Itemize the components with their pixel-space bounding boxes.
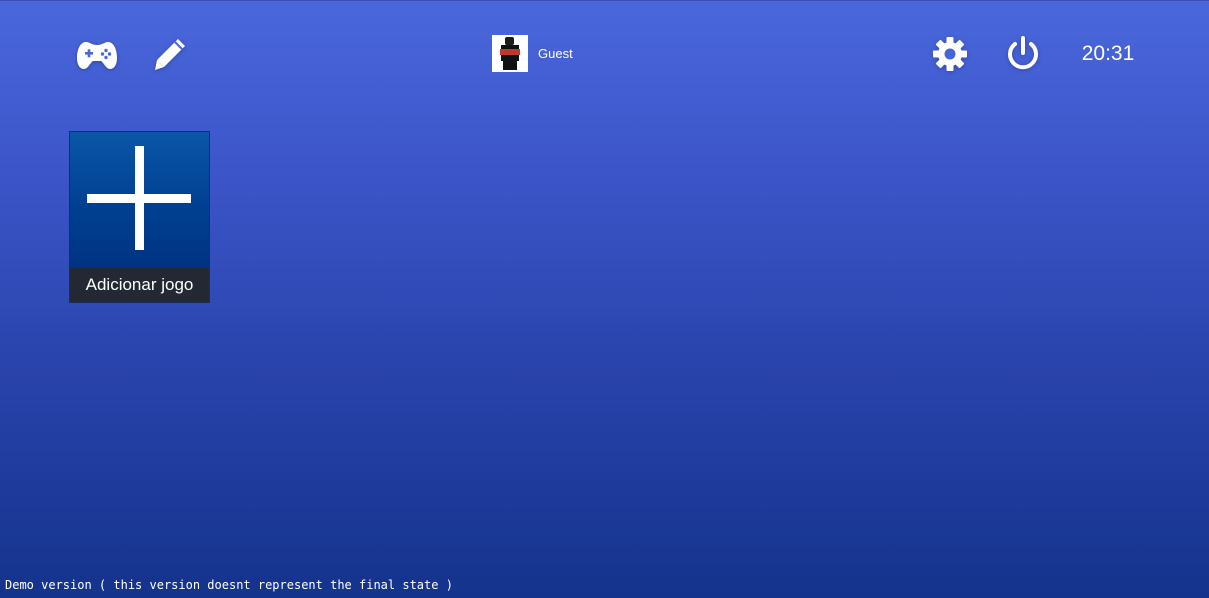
plus-icon-horizontal — [87, 194, 191, 203]
power-button[interactable] — [1003, 33, 1043, 75]
gamepad-icon — [77, 42, 117, 69]
pencil-icon — [155, 39, 185, 70]
settings-button[interactable] — [930, 34, 970, 74]
window-top-border — [0, 0, 1209, 1]
avatar — [492, 35, 528, 72]
demo-notice: Demo version ( this version doesnt repre… — [5, 578, 453, 592]
user-profile[interactable]: Guest — [492, 35, 573, 72]
gear-icon — [933, 37, 967, 71]
add-game-tile[interactable]: Adicionar jogo — [69, 131, 210, 303]
clock: 20:31 — [1081, 42, 1135, 65]
gamepad-button[interactable] — [76, 36, 118, 72]
edit-button[interactable] — [150, 34, 190, 74]
power-icon — [1008, 36, 1038, 70]
user-name: Guest — [538, 46, 573, 61]
tile-label: Adicionar jogo — [70, 268, 209, 302]
